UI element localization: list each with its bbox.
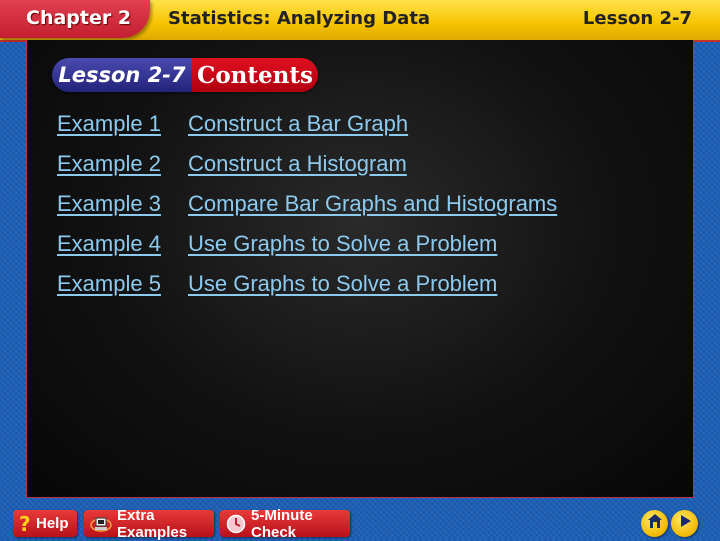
example-5-title-link[interactable]: Use Graphs to Solve a Problem: [188, 271, 497, 297]
example-5-link[interactable]: Example 5: [57, 271, 188, 297]
teacher-computer-icon: [90, 514, 112, 534]
example-3-title-link[interactable]: Compare Bar Graphs and Histograms: [188, 191, 557, 217]
badge-contents: Contents: [192, 58, 318, 92]
footer-bar: ? Help Extra Examples 5-Minute Check: [0, 504, 720, 541]
examples-list: Example 1 Construct a Bar Graph Example …: [57, 111, 557, 311]
header-bar: Chapter 2 Statistics: Analyzing Data Les…: [0, 0, 720, 42]
example-2-title-link[interactable]: Construct a Histogram: [188, 151, 407, 177]
badge-lesson: Lesson 2-7: [52, 58, 192, 92]
help-label: Help: [36, 515, 69, 532]
lesson-label: Lesson 2-7: [582, 8, 692, 29]
five-minute-check-button[interactable]: 5-Minute Check: [220, 507, 350, 541]
question-mark-icon: ?: [19, 514, 31, 534]
next-button[interactable]: [671, 510, 698, 537]
lesson-contents-badge: Lesson 2-7 Contents: [52, 58, 318, 92]
svg-text:?: ?: [19, 514, 31, 534]
clock-check-icon: [226, 514, 246, 534]
example-2-link[interactable]: Example 2: [57, 151, 188, 177]
example-row: Example 2 Construct a Histogram: [57, 151, 557, 191]
extra-examples-button[interactable]: Extra Examples: [84, 507, 214, 541]
extra-examples-label: Extra Examples: [117, 506, 188, 541]
help-button[interactable]: ? Help: [13, 510, 77, 537]
chapter-label: Chapter 2: [26, 7, 132, 29]
example-row: Example 3 Compare Bar Graphs and Histogr…: [57, 191, 557, 231]
chapter-tab: Chapter 2: [0, 0, 150, 38]
chapter-title: Statistics: Analyzing Data: [168, 8, 431, 29]
example-row: Example 5 Use Graphs to Solve a Problem: [57, 271, 557, 311]
five-minute-check-label: 5-Minute Check: [251, 506, 313, 541]
play-next-icon: [677, 513, 693, 534]
example-1-title-link[interactable]: Construct a Bar Graph: [188, 111, 408, 137]
example-1-link[interactable]: Example 1: [57, 111, 188, 137]
home-button[interactable]: [641, 510, 668, 537]
example-3-link[interactable]: Example 3: [57, 191, 188, 217]
example-row: Example 4 Use Graphs to Solve a Problem: [57, 231, 557, 271]
home-icon: [646, 512, 664, 535]
example-4-title-link[interactable]: Use Graphs to Solve a Problem: [188, 231, 497, 257]
example-4-link[interactable]: Example 4: [57, 231, 188, 257]
example-row: Example 1 Construct a Bar Graph: [57, 111, 557, 151]
